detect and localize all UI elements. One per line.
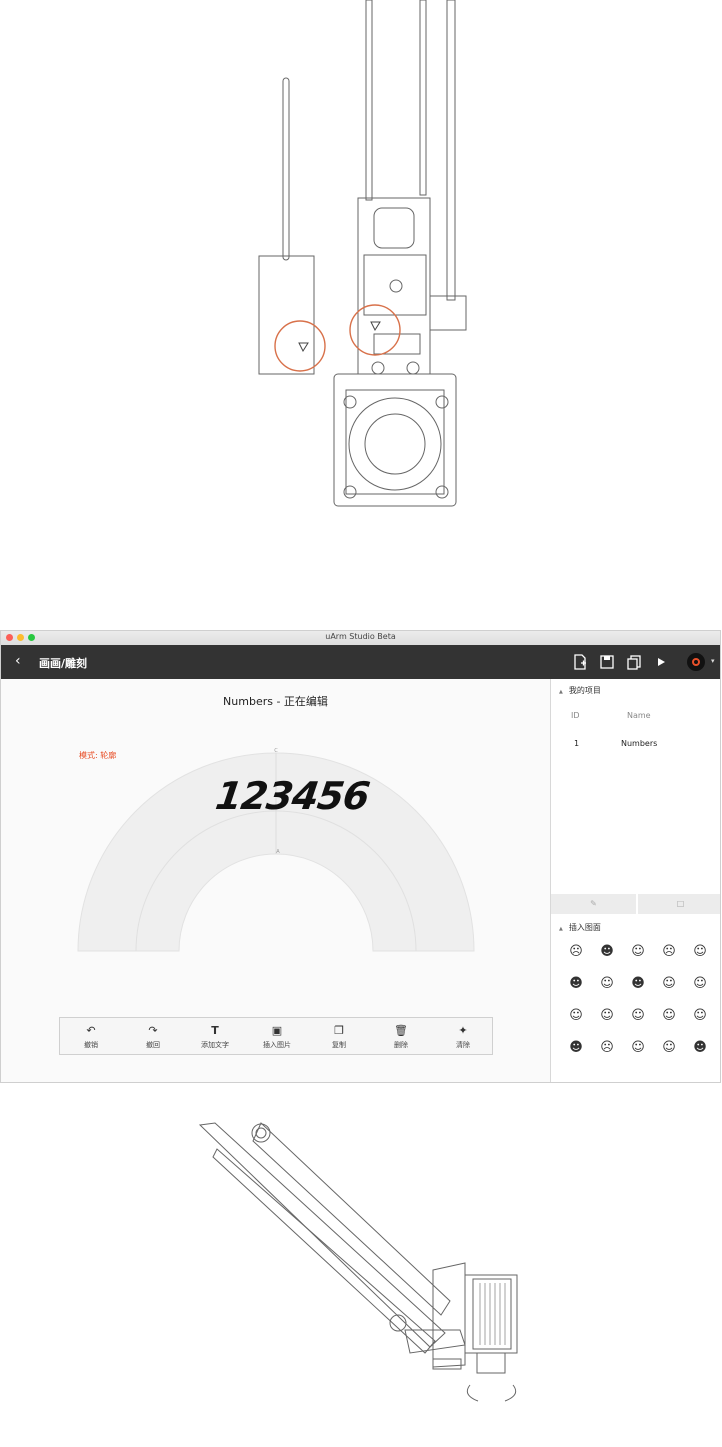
emoji-item[interactable]: ☺	[693, 977, 707, 991]
undo-icon: ↶	[86, 1024, 96, 1037]
emoji-item[interactable]: ☻	[569, 977, 583, 991]
guide-top-label: C	[274, 748, 278, 754]
emoji-item[interactable]: ☺	[600, 1009, 614, 1023]
save-icon[interactable]	[599, 654, 615, 670]
duplicate-button[interactable]: ❐ 复制	[312, 1024, 366, 1050]
emoji-item[interactable]: ☺	[662, 977, 676, 991]
breadcrumb: 画画/雕刻	[39, 657, 88, 670]
duplicate-icon: ❐	[334, 1024, 344, 1037]
window-title: uArm Studio Beta	[325, 632, 396, 641]
play-icon[interactable]	[653, 654, 669, 670]
app-window: uArm Studio Beta ‹ 画画/雕刻 ▾ Numbers - 正在编…	[0, 630, 721, 1083]
emoji-item[interactable]: ☻	[569, 1041, 583, 1055]
emoji-item[interactable]: ☻	[693, 1041, 707, 1055]
emoji-item[interactable]: ☻	[600, 945, 614, 959]
copy-icon[interactable]	[626, 654, 642, 670]
pencil-icon: ✎	[590, 899, 597, 908]
edit-project-button[interactable]: ✎	[551, 894, 636, 914]
guide-mid-label: A	[276, 849, 280, 855]
projects-section-header[interactable]: ▲ 我的项目	[559, 685, 601, 696]
redo-button[interactable]: ↷ 撤回	[126, 1024, 180, 1050]
column-header-id: ID	[571, 711, 580, 720]
app-toolbar: ‹ 画画/雕刻 ▾	[1, 645, 720, 679]
emoji-item[interactable]: ☺	[600, 977, 614, 991]
arm-side-illustration	[198, 1122, 518, 1402]
laser-module-front-illustration	[258, 0, 467, 507]
emoji-item[interactable]: ☹	[569, 945, 583, 959]
emoji-section-header[interactable]: ▲ 插入图面	[559, 922, 601, 933]
image-icon: ▣	[271, 1024, 283, 1037]
right-panel: ▲ 我的项目 ID Name 1 Numbers ✎ □ ▲ 插入图面 ☹ ☻ ☺ ☹ ☺ ☻…	[550, 679, 720, 1082]
collapse-triangle-icon: ▲	[559, 926, 563, 932]
open-folder-button[interactable]: □	[638, 894, 720, 914]
row-name: Numbers	[621, 739, 658, 748]
window-titlebar: uArm Studio Beta	[1, 631, 720, 646]
add-text-button[interactable]: T 添加文字	[188, 1024, 242, 1050]
emoji-item[interactable]: ☺	[569, 1009, 583, 1023]
chevron-left-icon[interactable]: ‹	[15, 654, 21, 668]
artwork-text[interactable]: 123456	[213, 774, 372, 818]
insert-image-button[interactable]: ▣ 插入图片	[250, 1024, 304, 1050]
chevron-down-icon[interactable]: ▾	[711, 657, 715, 665]
column-header-name: Name	[627, 711, 651, 720]
emoji-item[interactable]: ☹	[600, 1041, 614, 1055]
emoji-item[interactable]: ☺	[662, 1041, 676, 1055]
delete-button[interactable]: 🗑︎ 删除	[374, 1024, 428, 1050]
emoji-item[interactable]: ☺	[693, 1009, 707, 1023]
emoji-item[interactable]: ☺	[631, 945, 645, 959]
edit-toolbar: ↶ 撤销 ↷ 撤回 T 添加文字 ▣ 插入图片 ❐ 复制 🗑︎ 删除 ✦ 清除	[59, 1017, 493, 1055]
folder-icon: □	[676, 899, 685, 908]
row-id: 1	[574, 739, 580, 748]
undo-button[interactable]: ↶ 撤销	[64, 1024, 118, 1050]
trash-icon: 🗑︎	[394, 1024, 408, 1037]
emoji-item[interactable]: ☺	[693, 945, 707, 959]
emoji-item[interactable]: ☺	[631, 1041, 645, 1055]
collapse-triangle-icon: ▲	[559, 689, 563, 695]
emoji-item[interactable]: ☺	[662, 1009, 676, 1023]
emoji-item[interactable]: ☻	[631, 977, 645, 991]
redo-icon: ↷	[148, 1024, 158, 1037]
avatar[interactable]	[687, 653, 705, 671]
text-icon: T	[211, 1024, 219, 1037]
emoji-item[interactable]: ☹	[662, 945, 676, 959]
clear-button[interactable]: ✦ 清除	[436, 1024, 490, 1050]
new-file-icon[interactable]	[572, 654, 588, 670]
emoji-item[interactable]: ☺	[631, 1009, 645, 1023]
eraser-icon: ✦	[458, 1024, 468, 1037]
drawing-canvas[interactable]: Numbers - 正在编辑 模式: 轮廓 C A 123456 ↶ 撤销 ↷ 撤回…	[1, 679, 550, 1082]
